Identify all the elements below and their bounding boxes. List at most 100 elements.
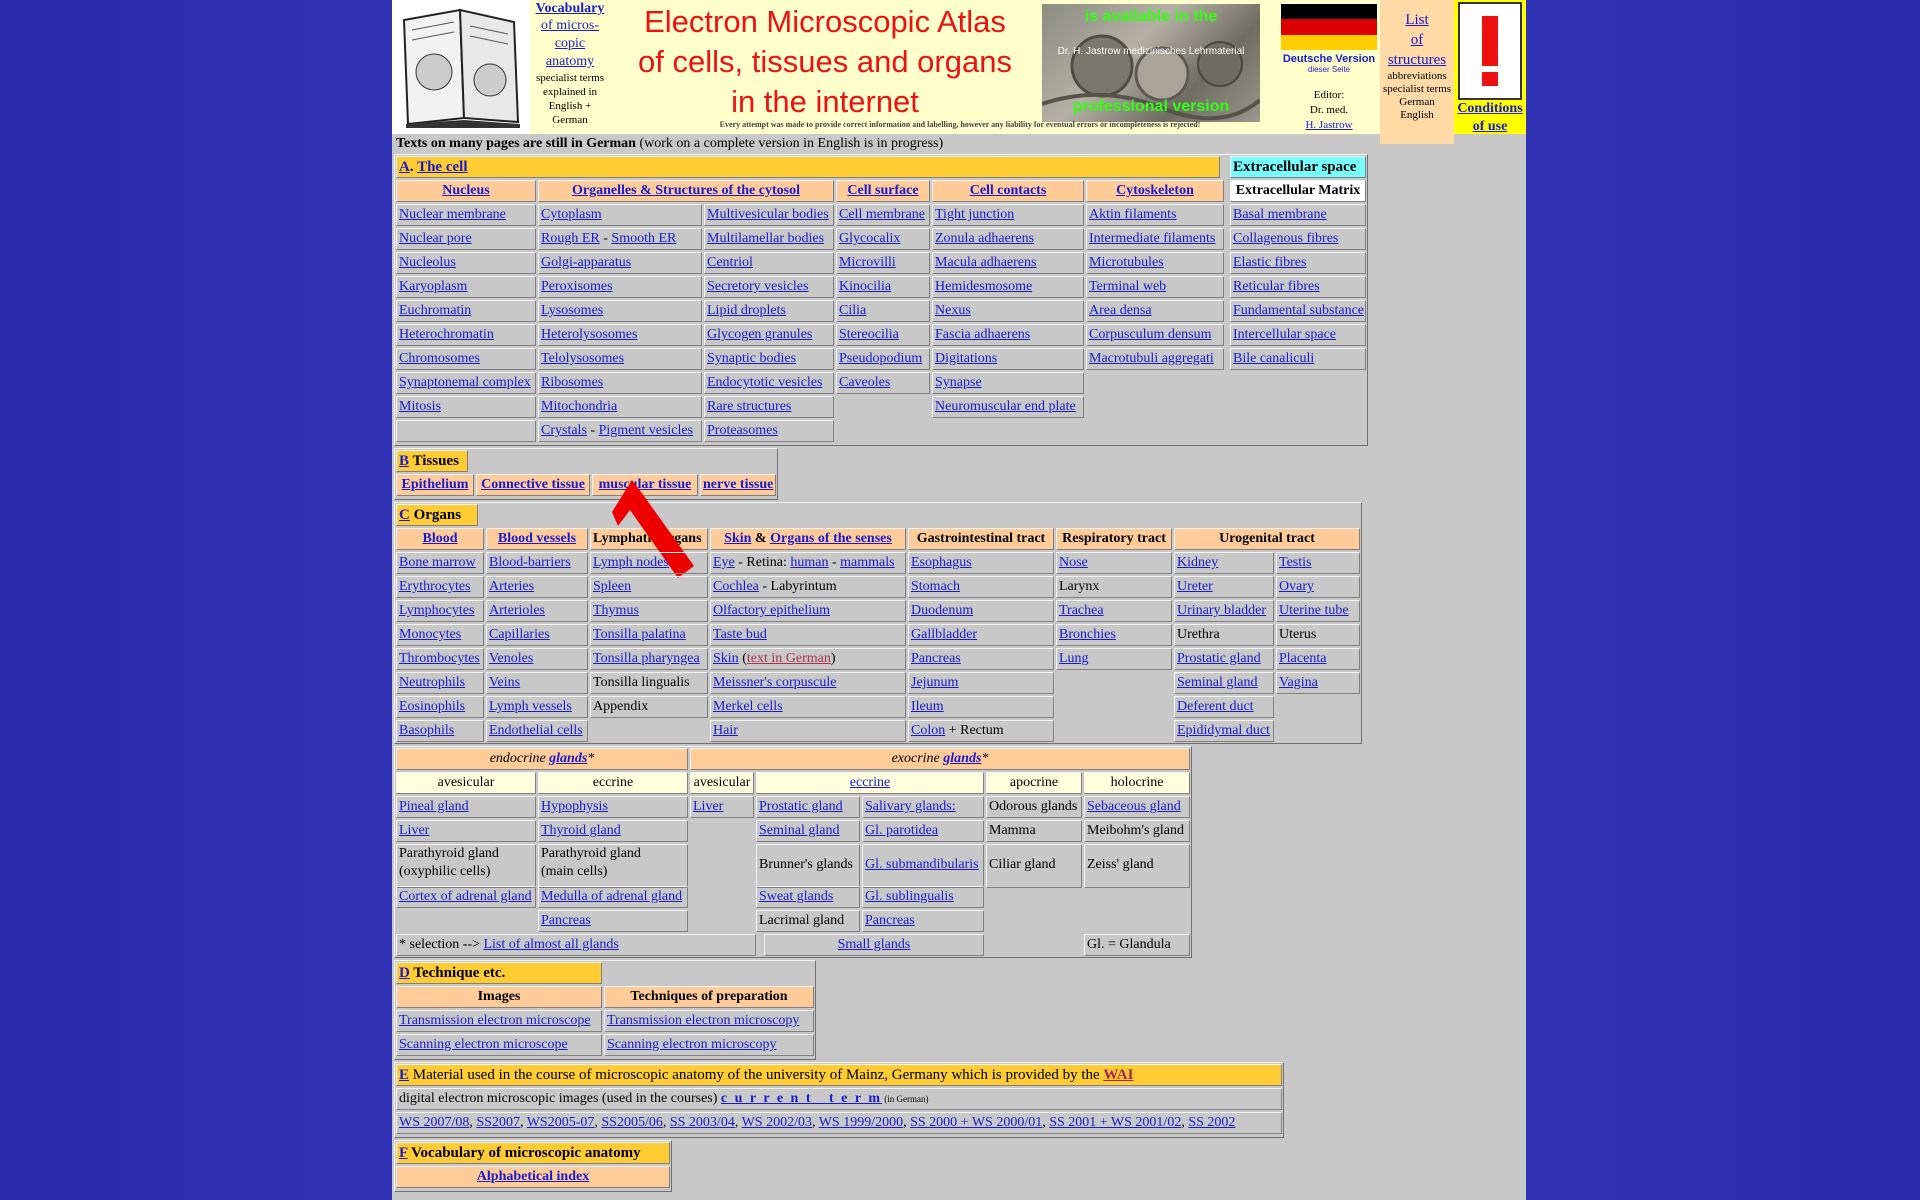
resp-item-link[interactable]: Bronchies xyxy=(1059,627,1116,642)
list-line[interactable]: structures xyxy=(1380,50,1454,70)
exo-ecc-link[interactable]: Prostatic gland xyxy=(759,799,843,814)
term-link[interactable]: WS 1999/2000 xyxy=(819,1115,903,1130)
conditions-of-use[interactable]: Conditions of use xyxy=(1454,0,1526,134)
uro-item-link[interactable]: Uterine tube xyxy=(1279,603,1349,618)
uro-item-link[interactable]: Seminal gland xyxy=(1177,675,1258,690)
ecm-item-link[interactable]: Collagenous fibres xyxy=(1233,231,1338,246)
uro-item-link[interactable]: Urinary bladder xyxy=(1177,603,1266,618)
term-link[interactable]: SS2007 xyxy=(476,1115,520,1130)
vessel-item-link[interactable]: Veins xyxy=(489,675,520,690)
eye-link[interactable]: Eye xyxy=(713,555,735,570)
exocrine-glands-link[interactable]: glands xyxy=(943,751,981,766)
alphabetical-index-link[interactable]: Alphabetical index xyxy=(477,1169,589,1184)
olfactory-link[interactable]: Olfactory epithelium xyxy=(713,603,830,618)
uro-item-link[interactable]: Kidney xyxy=(1177,555,1218,570)
organelle-item-link[interactable]: Proteasomes xyxy=(707,423,778,438)
organelle-item-link[interactable]: Mitochondria xyxy=(541,399,617,414)
organelles-link[interactable]: Organelles & Structures of the cytosol xyxy=(572,183,800,198)
list-of-structures[interactable]: List of structures abbreviations special… xyxy=(1380,0,1454,144)
exo-eccrine-link[interactable]: eccrine xyxy=(850,775,890,790)
organelle-item-link[interactable]: Endocytotic vesicles xyxy=(707,375,822,390)
text-in-german-link[interactable]: text in German xyxy=(747,651,831,666)
sem-images-link[interactable]: Scanning electron microscope xyxy=(399,1037,568,1052)
cell-link[interactable]: The cell xyxy=(417,159,467,175)
vocab-line[interactable]: anatomy xyxy=(530,53,610,71)
organelle-item-link[interactable]: Crystals xyxy=(541,423,587,438)
endo-ecc-link[interactable]: Thyroid gland xyxy=(541,823,621,838)
micrograph-banner[interactable]: is available in the Dr. H. Jastrow mediz… xyxy=(1042,4,1260,122)
list-line[interactable]: List xyxy=(1380,10,1454,30)
exo-ecc-link[interactable]: Gl. sublingualis xyxy=(865,889,954,904)
organelle-item-link[interactable]: Pigment vesicles xyxy=(599,423,694,438)
list-line[interactable]: of xyxy=(1380,30,1454,50)
cell-contact-item-link[interactable]: Digitations xyxy=(935,351,997,366)
blood-item-link[interactable]: Lymphocytes xyxy=(399,603,474,618)
exo-ecc-link[interactable]: Gl. submandibularis xyxy=(865,857,979,872)
vessel-item-link[interactable]: Venoles xyxy=(489,651,533,666)
organelle-item-link[interactable]: Multivesicular bodies xyxy=(707,207,829,222)
skin-german-link[interactable]: Skin xyxy=(713,651,739,666)
cell-contact-item-link[interactable]: Fascia adhaerens xyxy=(935,327,1030,342)
gi-item-link[interactable]: Gallbladder xyxy=(911,627,977,642)
endo-av-link[interactable]: Liver xyxy=(399,823,429,838)
lymph-item-link[interactable]: Tonsilla palatina xyxy=(593,627,686,642)
wai-link[interactable]: WAI xyxy=(1103,1067,1133,1083)
blood-item-link[interactable]: Bone marrow xyxy=(399,555,476,570)
hair-link[interactable]: Hair xyxy=(713,723,738,738)
organelle-item-link[interactable]: Lipid droplets xyxy=(707,303,786,318)
nerve-tissue-link[interactable]: nerve tissue xyxy=(703,477,773,492)
resp-item-link[interactable]: Trachea xyxy=(1059,603,1104,618)
term-link[interactable]: SS 2003/04 xyxy=(670,1115,735,1130)
organelle-item-link[interactable]: Golgi-apparatus xyxy=(541,255,631,270)
cell-contact-item-link[interactable]: Synapse xyxy=(935,375,982,390)
epithelium-link[interactable]: Epithelium xyxy=(402,477,469,492)
cytoskeleton-item-link[interactable]: Terminal web xyxy=(1089,279,1166,294)
gi-item-link[interactable]: Ileum xyxy=(911,699,944,714)
organelle-item-link[interactable]: Rough ER xyxy=(541,231,600,246)
resp-item-link[interactable]: Nose xyxy=(1059,555,1088,570)
term-link[interactable]: SS 2002 xyxy=(1188,1115,1235,1130)
vessel-item-link[interactable]: Blood-barriers xyxy=(489,555,571,570)
organelle-item-link[interactable]: Ribosomes xyxy=(541,375,603,390)
nucleus-item-link[interactable]: Synaptonemal complex xyxy=(399,375,531,390)
cell-surface-item-link[interactable]: Caveoles xyxy=(839,375,890,390)
tem-images-link[interactable]: Transmission electron microscope xyxy=(399,1013,591,1028)
uro-item-link[interactable]: Deferent duct xyxy=(1177,699,1254,714)
section-letter[interactable]: A xyxy=(399,159,410,175)
nucleus-item-link[interactable]: Nuclear membrane xyxy=(399,207,506,222)
lymph-item-link[interactable]: Lymph nodes xyxy=(593,555,669,570)
section-letter[interactable]: F xyxy=(399,1145,408,1161)
cytoskeleton-item-link[interactable]: Area densa xyxy=(1089,303,1152,318)
nucleus-link[interactable]: Nucleus xyxy=(442,183,489,198)
vessel-item-link[interactable]: Lymph vessels xyxy=(489,699,572,714)
term-link[interactable]: SS 2000 + WS 2000/01 xyxy=(910,1115,1042,1130)
uro-item-link[interactable]: Placenta xyxy=(1279,651,1326,666)
blood-item-link[interactable]: Basophils xyxy=(399,723,454,738)
organelle-item-link[interactable]: Peroxisomes xyxy=(541,279,613,294)
gi-item-link[interactable]: Esophagus xyxy=(911,555,972,570)
blood-item-link[interactable]: Monocytes xyxy=(399,627,461,642)
uro-item-link[interactable]: Ureter xyxy=(1177,579,1213,594)
blood-item-link[interactable]: Neutrophils xyxy=(399,675,465,690)
ecm-item-link[interactable]: Intercellular space xyxy=(1233,327,1336,342)
organelle-item-link[interactable]: Rare structures xyxy=(707,399,791,414)
blood-link[interactable]: Blood xyxy=(422,531,457,546)
lymph-item-link[interactable]: Spleen xyxy=(593,579,631,594)
cell-contact-item-link[interactable]: Tight junction xyxy=(935,207,1014,222)
lymph-item-link[interactable]: Thymus xyxy=(593,603,639,618)
gi-item-link[interactable]: Jejunum xyxy=(911,675,958,690)
human-link[interactable]: human xyxy=(790,555,828,570)
senses-link[interactable]: Organs of the senses xyxy=(770,531,892,546)
organelle-item-link[interactable]: Secretory vesicles xyxy=(707,279,808,294)
exo-ecc-link[interactable]: Sweat glands xyxy=(759,889,833,904)
blood-item-link[interactable]: Eosinophils xyxy=(399,699,465,714)
section-letter[interactable]: B xyxy=(399,453,409,469)
uro-item-link[interactable]: Vagina xyxy=(1279,675,1318,690)
cell-surface-item-link[interactable]: Microvilli xyxy=(839,255,896,270)
cell-contact-item-link[interactable]: Hemidesmosome xyxy=(935,279,1032,294)
nucleus-item-link[interactable]: Chromosomes xyxy=(399,351,480,366)
cell-surface-item-link[interactable]: Pseudopodium xyxy=(839,351,922,366)
nucleus-item-link[interactable]: Mitosis xyxy=(399,399,441,414)
vocab-line[interactable]: copic xyxy=(530,35,610,53)
ecm-item-link[interactable]: Basal membrane xyxy=(1233,207,1327,222)
